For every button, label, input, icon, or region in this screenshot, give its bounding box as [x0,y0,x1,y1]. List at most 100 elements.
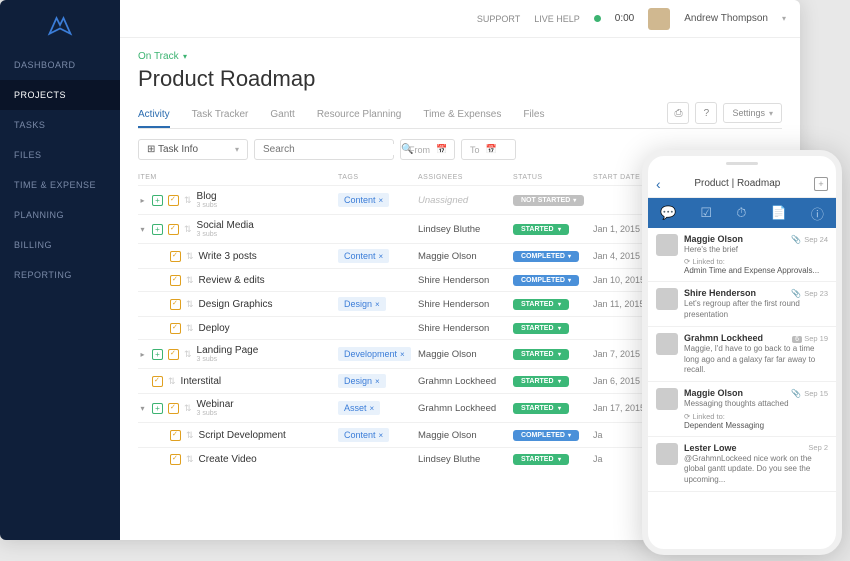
tag[interactable]: Development × [338,347,411,361]
drag-icon[interactable]: ⇅ [184,224,192,235]
status-badge[interactable]: STARTED▾ [513,224,569,235]
sidebar-item-dashboard[interactable]: DASHBOARD [0,50,120,80]
search-input[interactable]: 🔍 [254,139,394,160]
drag-icon[interactable]: ⇅ [186,323,194,334]
task-checkbox-icon[interactable] [152,376,163,387]
project-status[interactable]: On Track ▾ [138,46,782,64]
assignee[interactable]: Lindsey Bluthe [418,224,480,235]
add-icon[interactable]: + [152,224,163,235]
status-badge[interactable]: STARTED▾ [513,349,569,360]
drag-icon[interactable]: ⇅ [186,251,194,262]
sidebar-item-reporting[interactable]: REPORTING [0,260,120,290]
status-badge[interactable]: STARTED▾ [513,376,569,387]
avatar[interactable] [648,8,670,30]
task-checkbox-icon[interactable] [168,403,179,414]
drag-icon[interactable]: ⇅ [186,454,194,465]
assignee[interactable]: Unassigned [418,195,468,206]
expand-icon[interactable]: ▾ [138,404,147,413]
drag-icon[interactable]: ⇅ [184,195,192,206]
task-info-dropdown[interactable]: ⊞ Task Info▾ [138,139,248,160]
tag[interactable]: Design × [338,374,386,388]
tab-task-tracker[interactable]: Task Tracker [192,103,249,127]
task-checkbox-icon[interactable] [170,275,181,286]
add-user-icon[interactable]: + [814,177,828,191]
expand-icon[interactable]: ▸ [138,196,147,205]
play-icon[interactable] [594,15,601,22]
message-item[interactable]: Shire Henderson📎Sep 23Let's regroup afte… [648,282,836,327]
add-icon[interactable]: + [152,403,163,414]
drag-icon[interactable]: ⇅ [186,275,194,286]
task-checkbox-icon[interactable] [170,454,181,465]
notes-icon[interactable]: 📄 [771,205,787,221]
timer-icon[interactable]: ⏱ [736,205,746,221]
add-icon[interactable]: + [152,195,163,206]
assignee[interactable]: Shire Henderson [418,299,489,310]
status-badge[interactable]: COMPLETED▾ [513,275,579,286]
drag-icon[interactable]: ⇅ [184,403,192,414]
user-name[interactable]: Andrew Thompson [684,13,768,24]
task-checkbox-icon[interactable] [170,299,181,310]
drag-icon[interactable]: ⇅ [186,430,194,441]
tab-activity[interactable]: Activity [138,103,170,128]
message-item[interactable]: Grahmn Lockheed6 Sep 19Maggie, I'd have … [648,327,836,382]
message-item[interactable]: Lester LoweSep 2@GrahmnLockeed nice work… [648,437,836,492]
tag[interactable]: Design × [338,297,386,311]
assignee[interactable]: Maggie Olson [418,430,477,441]
task-checkbox-icon[interactable] [170,323,181,334]
help-icon[interactable]: ? [695,102,717,124]
status-badge[interactable]: STARTED▾ [513,299,569,310]
task-checkbox-icon[interactable] [168,349,179,360]
assignee[interactable]: Lindsey Bluthe [418,454,480,465]
chat-icon[interactable]: 💬 [660,205,676,221]
expand-icon[interactable]: ▸ [138,350,147,359]
task-checkbox-icon[interactable] [168,224,179,235]
tag[interactable]: Content × [338,249,389,263]
status-badge[interactable]: STARTED▾ [513,403,569,414]
drag-icon[interactable]: ⇅ [186,299,194,310]
message-item[interactable]: Maggie Olson📎Sep 15Messaging thoughts at… [648,382,836,436]
message-item[interactable]: Maggie Olson📎Sep 24Here's the brief⟳ Lin… [648,228,836,282]
assignee[interactable]: Shire Henderson [418,323,489,334]
sidebar-item-planning[interactable]: PLANNING [0,200,120,230]
support-link[interactable]: SUPPORT [477,14,520,24]
tab-time-expenses[interactable]: Time & Expenses [423,103,501,127]
tab-resource-planning[interactable]: Resource Planning [317,103,402,127]
to-date[interactable]: To📅 [461,139,516,160]
sidebar-item-tasks[interactable]: TASKS [0,110,120,140]
status-badge[interactable]: COMPLETED▾ [513,251,579,262]
settings-button[interactable]: Settings▾ [723,103,782,123]
drag-icon[interactable]: ⇅ [168,376,176,387]
tab-files[interactable]: Files [523,103,544,127]
sidebar-item-files[interactable]: FILES [0,140,120,170]
tag[interactable]: Content × [338,193,389,207]
assignee[interactable]: Grahmn Lockheed [418,403,496,414]
livehelp-link[interactable]: LIVE HELP [534,14,580,24]
action-icon-1[interactable]: ⎙ [667,102,689,124]
back-icon[interactable]: ‹ [656,176,661,192]
tag[interactable]: Content × [338,428,389,442]
expand-icon[interactable]: ▾ [138,225,147,234]
message-text: @GrahmnLockeed nice work on the global g… [684,454,828,485]
tab-gantt[interactable]: Gantt [270,103,294,127]
status-badge[interactable]: NOT STARTED▾ [513,195,584,206]
info-icon[interactable]: ⓘ [811,204,824,223]
add-icon[interactable]: + [152,349,163,360]
from-date[interactable]: From📅 [400,139,455,160]
status-badge[interactable]: STARTED▾ [513,454,569,465]
tag[interactable]: Asset × [338,401,380,415]
task-checkbox-icon[interactable] [168,195,179,206]
task-checkbox-icon[interactable] [170,430,181,441]
assignee[interactable]: Maggie Olson [418,349,477,360]
tasks-icon[interactable]: ☑ [700,205,712,221]
drag-icon[interactable]: ⇅ [184,349,192,360]
task-checkbox-icon[interactable] [170,251,181,262]
chevron-down-icon[interactable]: ▾ [782,14,786,23]
sidebar-item-projects[interactable]: PROJECTS [0,80,120,110]
status-badge[interactable]: COMPLETED▾ [513,430,579,441]
sidebar-item-time-expense[interactable]: TIME & EXPENSE [0,170,120,200]
sidebar-item-billing[interactable]: BILLING [0,230,120,260]
assignee[interactable]: Shire Henderson [418,275,489,286]
assignee[interactable]: Maggie Olson [418,251,477,262]
status-badge[interactable]: STARTED▾ [513,323,569,334]
assignee[interactable]: Grahmn Lockheed [418,376,496,387]
